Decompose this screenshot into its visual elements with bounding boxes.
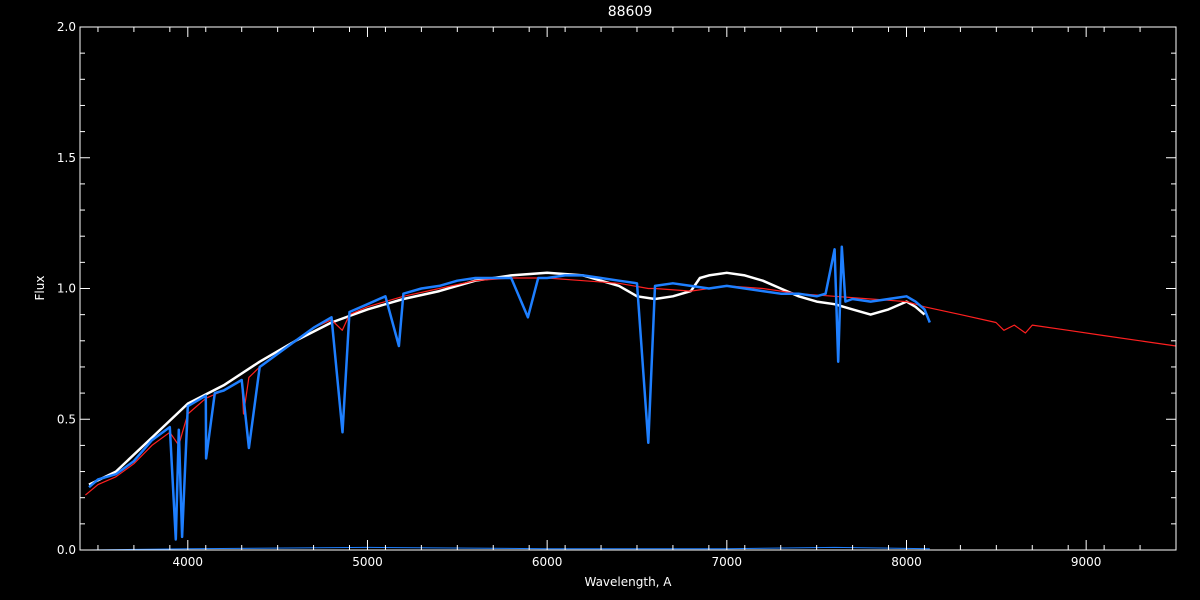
y-tick-label: 1.0	[57, 282, 76, 296]
x-tick-label: 7000	[712, 555, 743, 569]
x-tick-label: 4000	[173, 555, 204, 569]
plot-frame	[79, 26, 1177, 551]
plot-series	[85, 245, 1177, 551]
y-tick-label: 2.0	[57, 20, 76, 34]
axis-ticks: 4000 5000 6000 7000 8000 9000 0.0 0.5 1.0 1.5 2.0	[57, 20, 1177, 569]
y-axis-title: Flux	[33, 276, 47, 301]
spectrum-chart: 88609 4000 5000 6000 7000 8000 9000 0.0 0.5 1.0 1…	[33, 4, 1177, 589]
y-tick-label: 0.0	[57, 543, 76, 557]
x-tick-label: 8000	[891, 555, 922, 569]
series-line-model	[85, 277, 1177, 496]
y-tick-label: 1.5	[57, 151, 76, 165]
y-tick-label: 0.5	[57, 412, 76, 426]
x-tick-label: 6000	[532, 555, 563, 569]
x-tick-label: 9000	[1071, 555, 1102, 569]
series-line-white	[88, 271, 926, 486]
chart-title: 88609	[608, 4, 653, 20]
x-axis-title: Wavelength, A	[584, 575, 672, 589]
x-tick-label: 5000	[352, 555, 383, 569]
series-line-observed	[88, 245, 931, 541]
